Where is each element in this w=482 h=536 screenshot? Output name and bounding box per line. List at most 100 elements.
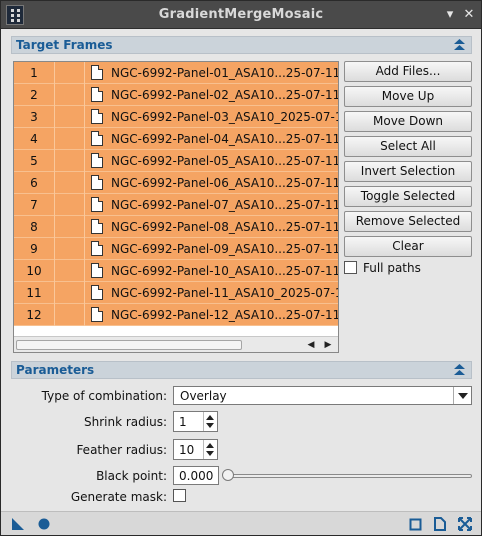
move-up-button[interactable]: Move Up [344,86,472,107]
table-row[interactable]: 6 NGC-6992-Panel-06_ASA10...25-07-11_mosa… [14,172,338,194]
target-frames-title: Target Frames [16,38,113,52]
spin-arrows[interactable] [203,412,217,431]
column-divider [54,260,55,282]
column-divider [84,106,85,128]
column-divider [54,62,55,84]
maximize-icon[interactable] [458,517,472,531]
column-divider [84,260,85,282]
shrink-radius-value: 1 [179,415,187,429]
table-row[interactable]: 9 NGC-6992-Panel-09_ASA10...25-07-11_mosa… [14,238,338,260]
file-icon [91,131,103,146]
column-divider [84,172,85,194]
column-divider [84,238,85,260]
spin-up-icon[interactable] [206,415,214,420]
spin-down-icon[interactable] [206,451,214,456]
horizontal-scrollbar[interactable]: ◀ ▶ [14,336,338,352]
row-number: 7 [30,198,38,212]
file-icon [91,65,103,80]
move-down-button[interactable]: Move Down [344,111,472,132]
scrollbar-thumb[interactable] [16,340,242,350]
reset-icon[interactable] [433,517,447,531]
process-window: GradientMergeMosaic ▾ ✕ Target Frames 1 N… [0,0,482,536]
spin-arrows[interactable] [203,440,217,459]
parameters-title: Parameters [16,363,95,377]
spin-down-icon[interactable] [206,423,214,428]
new-instance-icon[interactable] [11,517,25,531]
shrink-radius-label: Shrink radius: [84,415,167,429]
combination-value: Overlay [180,389,227,403]
column-divider [54,282,55,304]
file-icon [91,153,103,168]
column-divider [54,238,55,260]
toggle-selected-button[interactable]: Toggle Selected [344,186,472,207]
row-number: 6 [30,176,38,190]
generate-mask-label: Generate mask: [70,490,167,504]
title-bar[interactable]: GradientMergeMosaic ▾ ✕ [1,1,481,29]
file-name: NGC-6992-Panel-07_ASA10...25-07-11_mosai… [111,198,338,212]
file-icon [91,241,103,256]
spin-up-icon[interactable] [206,443,214,448]
feather-radius-value: 10 [179,443,195,457]
column-divider [54,304,55,326]
target-frames-header[interactable]: Target Frames [11,36,472,54]
column-divider [84,216,85,238]
column-divider [84,150,85,172]
row-number: 1 [30,66,38,80]
preview-icon[interactable] [409,517,423,531]
table-row[interactable]: 5 NGC-6992-Panel-05_ASA10...25-07-11_mosa… [14,150,338,172]
feather-radius-spinbox[interactable]: 10 [173,439,218,460]
collapse-icon[interactable] [454,364,465,376]
slider-handle[interactable] [222,469,234,481]
scroll-right-icon[interactable]: ▶ [322,338,334,352]
select-all-button[interactable]: Select All [344,136,472,157]
shrink-radius-spinbox[interactable]: 1 [173,411,218,432]
table-row[interactable]: 10 NGC-6992-Panel-10_ASA10...25-07-11_mos… [14,260,338,282]
column-divider [84,84,85,106]
apply-global-icon[interactable] [37,517,51,531]
add-files-button[interactable]: Add Files... [344,61,472,82]
target-frames-list[interactable]: 1 NGC-6992-Panel-01_ASA10...25-07-11_mosa… [13,61,339,353]
parameters-header[interactable]: Parameters [11,361,472,379]
table-row[interactable]: 12 NGC-6992-Panel-12_ASA10...25-07-11_mos… [14,304,338,326]
generate-mask-checkbox[interactable] [173,489,186,502]
file-name: NGC-6992-Panel-04_ASA10...25-07-11_mosai… [111,132,338,146]
row-number: 12 [26,308,42,322]
remove-selected-button[interactable]: Remove Selected [344,211,472,232]
file-icon [91,219,103,234]
feather-radius-label: Feather radius: [76,443,167,457]
file-icon [91,263,103,278]
table-row[interactable]: 8 NGC-6992-Panel-08_ASA10...25-07-11_mosa… [14,216,338,238]
file-name: NGC-6992-Panel-09_ASA10...25-07-11_mosai… [111,242,338,256]
file-icon [91,197,103,212]
row-number: 9 [30,242,38,256]
file-name: NGC-6992-Panel-06_ASA10...25-07-11_mosai… [111,176,338,190]
close-icon[interactable]: ✕ [460,6,478,24]
black-point-field[interactable]: 0.000 [173,466,219,485]
scroll-left-icon[interactable]: ◀ [305,338,317,352]
table-row[interactable]: 4 NGC-6992-Panel-04_ASA10...25-07-11_mosa… [14,128,338,150]
file-name: NGC-6992-Panel-03_ASA10_2025-07-11_mosai… [111,110,338,124]
column-divider [84,304,85,326]
column-divider [54,172,55,194]
table-row[interactable]: 7 NGC-6992-Panel-07_ASA10...25-07-11_mosa… [14,194,338,216]
table-row[interactable]: 3 NGC-6992-Panel-03_ASA10_2025-07-11_mosa… [14,106,338,128]
collapse-icon[interactable] [454,39,465,51]
file-name: NGC-6992-Panel-11_ASA10_2025-07-11_mosai… [111,286,338,300]
window-title: GradientMergeMosaic [158,7,324,22]
invert-selection-button[interactable]: Invert Selection [344,161,472,182]
file-icon [91,109,103,124]
table-row[interactable]: 2 NGC-6992-Panel-02_ASA10...25-07-11_mosa… [14,84,338,106]
pin-icon[interactable]: ▾ [441,6,459,24]
table-row[interactable]: 11 NGC-6992-Panel-11_ASA10_2025-07-11_mos… [14,282,338,304]
table-row[interactable]: 1 NGC-6992-Panel-01_ASA10...25-07-11_mosa… [14,62,338,84]
full-paths-checkbox[interactable] [344,261,357,274]
clear-button[interactable]: Clear [344,236,472,257]
row-number: 8 [30,220,38,234]
chevron-down-icon[interactable] [453,387,471,404]
combination-select[interactable]: Overlay [173,386,472,405]
file-name: NGC-6992-Panel-10_ASA10...25-07-11_mosai… [111,264,338,278]
black-point-label: Black point: [96,469,167,483]
column-divider [54,84,55,106]
row-number: 2 [30,88,38,102]
black-point-slider[interactable] [225,474,472,478]
